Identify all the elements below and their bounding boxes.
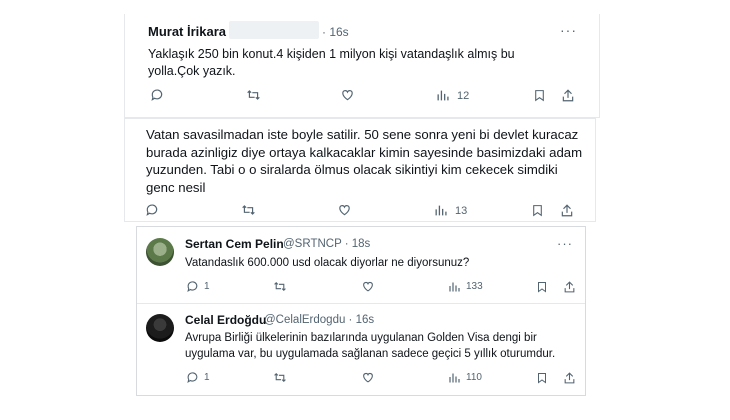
views-button[interactable] xyxy=(448,281,460,293)
reply-icon xyxy=(146,204,158,216)
share-icon xyxy=(564,372,575,384)
reply-text: Vatandaslık 600.000 usd olacak diyorlar … xyxy=(185,257,470,269)
retweet-button[interactable] xyxy=(241,203,256,217)
like-button[interactable] xyxy=(337,203,352,217)
views-icon xyxy=(435,205,447,216)
bookmark-button[interactable] xyxy=(533,88,546,103)
bookmark-button[interactable] xyxy=(536,371,548,385)
author-name[interactable]: Murat İrikara xyxy=(148,24,226,39)
like-button[interactable] xyxy=(361,371,375,384)
retweet-button[interactable] xyxy=(273,371,287,384)
retweet-icon xyxy=(247,90,260,100)
tweet-text-line: yuzunden. Tabi o o siralarda ölmus olaca… xyxy=(146,162,558,177)
tweet-time[interactable]: · 16s xyxy=(322,25,349,39)
author-name[interactable]: Celal Erdoğdu xyxy=(185,313,266,327)
bookmark-icon xyxy=(538,282,546,293)
more-options-icon[interactable]: ··· xyxy=(560,22,577,38)
bookmark-icon xyxy=(535,90,544,102)
tweet-text-line: yolla.Çok yazık. xyxy=(148,64,236,78)
share-button[interactable] xyxy=(561,88,575,103)
bookmark-button[interactable] xyxy=(531,203,544,218)
retweet-icon xyxy=(274,372,286,383)
reply-button[interactable] xyxy=(186,371,199,384)
retweet-icon xyxy=(274,281,286,292)
author-handle[interactable]: @SRTNCP · 18s xyxy=(283,238,370,250)
like-button[interactable] xyxy=(340,88,355,102)
views-button[interactable] xyxy=(448,372,460,384)
like-icon xyxy=(363,372,373,383)
tweet-text-line: genc nesil xyxy=(146,179,206,195)
retweet-icon xyxy=(242,205,255,215)
like-icon xyxy=(342,90,353,101)
reply-icon xyxy=(187,281,198,292)
avatar[interactable] xyxy=(146,314,174,342)
reply-count: 1 xyxy=(204,281,210,292)
share-icon xyxy=(561,204,573,217)
share-button[interactable] xyxy=(563,371,576,385)
author-name[interactable]: Sertan Cem Pelin xyxy=(185,237,284,251)
tweet-text-line: Vatan savasilmadan iste boyle satilir. 5… xyxy=(146,127,579,142)
bookmark-icon xyxy=(533,205,542,217)
reply-text: Avrupa Birliği ülkelerinin bazılarında u… xyxy=(185,330,575,362)
views-icon xyxy=(449,373,460,383)
views-count: 13 xyxy=(455,205,468,217)
share-button[interactable] xyxy=(563,280,576,294)
reply-button[interactable] xyxy=(186,280,199,293)
author-handle[interactable]: @CelalErdogdu · 16s xyxy=(264,314,374,326)
tweet-text: Vatan savasilmadan iste boyle satilir. 5… xyxy=(146,126,594,196)
like-icon xyxy=(363,281,373,292)
reply-button[interactable] xyxy=(150,88,164,102)
retweet-button[interactable] xyxy=(273,280,287,293)
tweet-text: Yaklaşık 250 bin konut.4 kişiden 1 milyo… xyxy=(148,46,578,80)
reply-button[interactable] xyxy=(145,203,159,217)
views-count: 110 xyxy=(466,372,482,383)
reply-icon xyxy=(187,372,198,383)
divider xyxy=(137,303,585,304)
bookmark-icon xyxy=(538,373,546,384)
like-icon xyxy=(339,205,350,216)
reply-text-line: Avrupa Birliği ülkelerinin bazılarında u… xyxy=(185,332,537,344)
views-button[interactable] xyxy=(436,89,449,102)
share-icon xyxy=(564,281,575,293)
views-count: 12 xyxy=(457,90,470,102)
reply-text-line: uygulama var, bu uygulamada sağlanan sad… xyxy=(185,348,556,360)
blurred-handle xyxy=(229,21,319,39)
avatar[interactable] xyxy=(146,238,174,266)
views-icon xyxy=(437,90,449,101)
views-icon xyxy=(449,282,460,292)
bookmark-button[interactable] xyxy=(536,280,548,294)
share-icon xyxy=(562,89,574,102)
like-button[interactable] xyxy=(361,280,375,293)
reply-icon xyxy=(151,89,163,101)
tweet-text-line: Yaklaşık 250 bin konut.4 kişiden 1 milyo… xyxy=(148,47,515,61)
tweet-text-line: burada azinligiz diye ortaya kalkacaklar… xyxy=(146,144,583,160)
views-count: 133 xyxy=(466,281,483,292)
share-button[interactable] xyxy=(560,203,574,218)
retweet-button[interactable] xyxy=(246,88,261,102)
more-options-icon[interactable]: ··· xyxy=(557,236,573,251)
views-button[interactable] xyxy=(434,204,447,217)
reply-count: 1 xyxy=(204,372,210,383)
